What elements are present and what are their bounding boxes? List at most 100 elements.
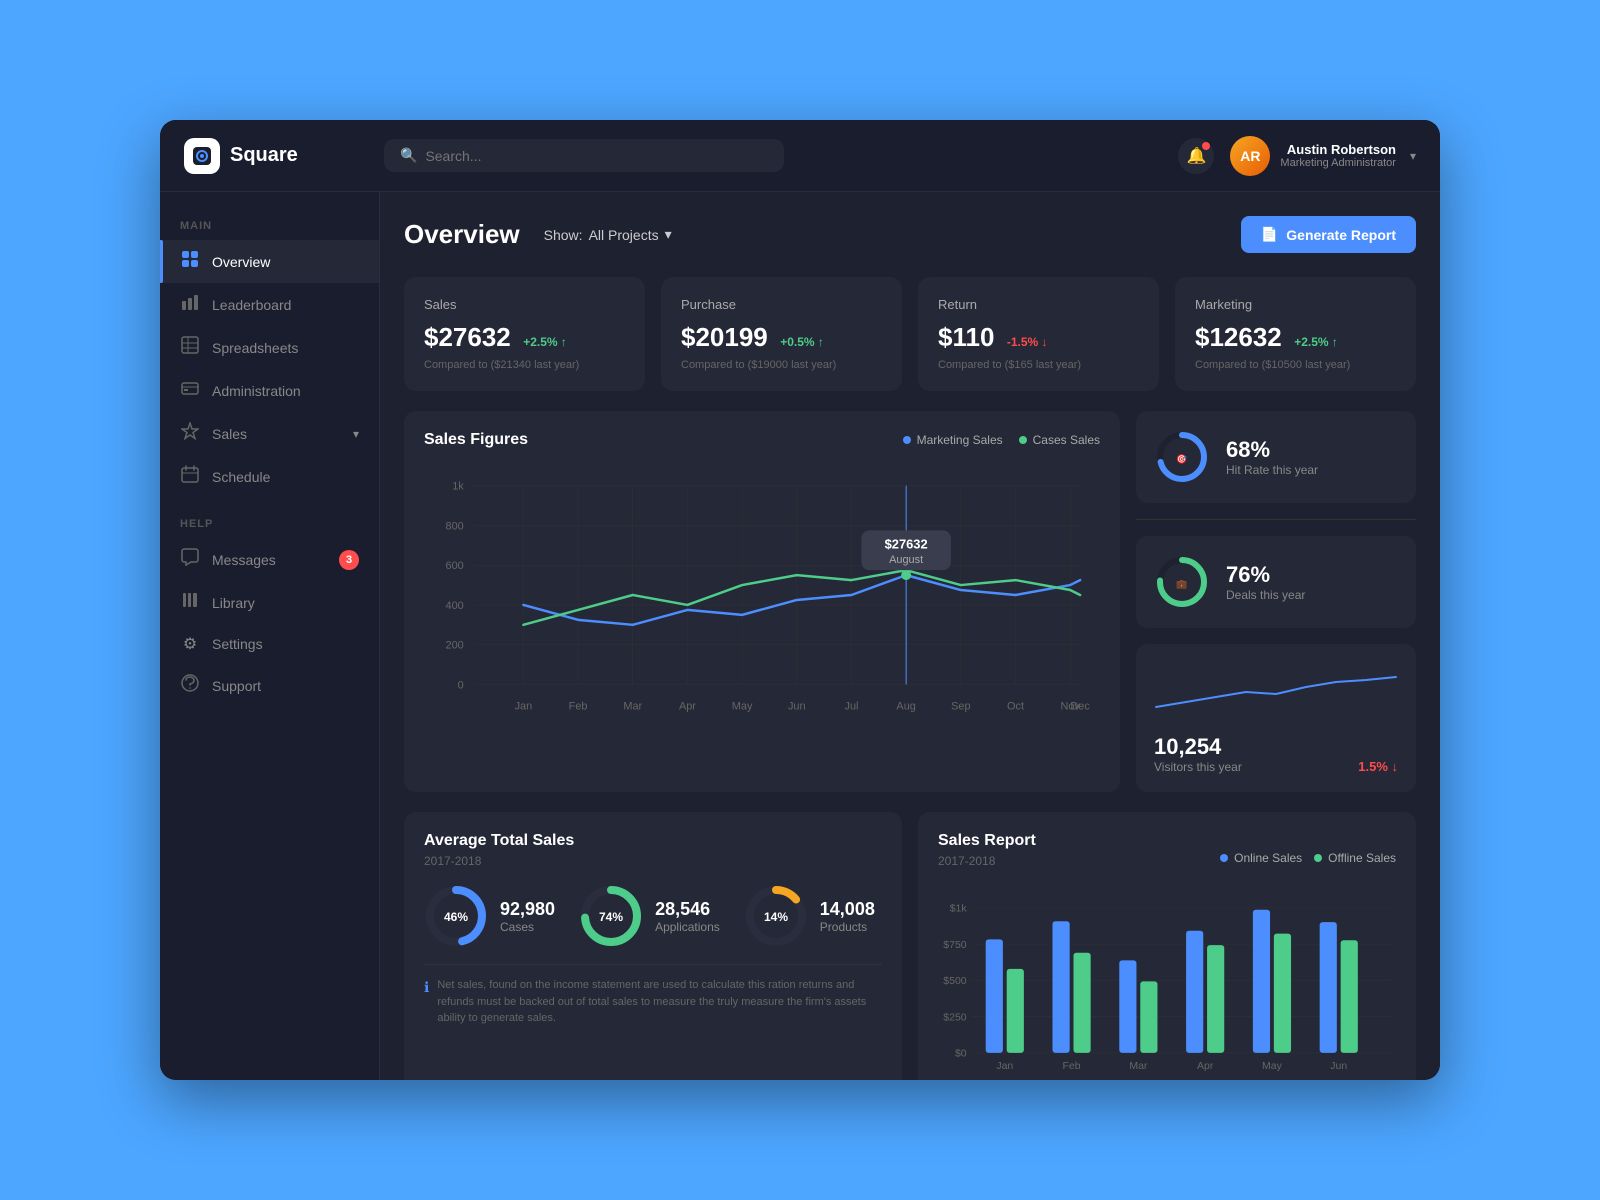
metric-card-deals: 💼 76% Deals this year bbox=[1136, 536, 1416, 628]
bottom-row: Average Total Sales 2017-2018 46% 92,980 bbox=[404, 812, 1416, 1080]
search-bar[interactable]: 🔍 bbox=[384, 139, 784, 172]
legend-cases-label: Cases Sales bbox=[1033, 433, 1100, 447]
main-section-label: MAIN bbox=[160, 220, 379, 232]
sidebar-item-leaderboard[interactable]: Leaderboard bbox=[160, 283, 379, 326]
svg-text:1k: 1k bbox=[452, 481, 464, 493]
visitors-bottom: 10,254 Visitors this year 1.5% ↓ bbox=[1154, 734, 1398, 774]
sales-chevron-icon: ▾ bbox=[353, 427, 359, 441]
svg-text:14%: 14% bbox=[764, 910, 788, 924]
sales-chart-svg: 1k 800 600 400 200 0 bbox=[424, 465, 1100, 725]
svg-text:Feb: Feb bbox=[1063, 1061, 1081, 1072]
products-value: 14,008 bbox=[820, 899, 875, 920]
svg-text:$0: $0 bbox=[955, 1049, 967, 1060]
svg-text:46%: 46% bbox=[444, 910, 468, 924]
sidebar-label-overview: Overview bbox=[212, 254, 270, 270]
svg-text:$500: $500 bbox=[943, 976, 966, 987]
sidebar-item-library[interactable]: Library bbox=[160, 581, 379, 624]
overview-icon bbox=[180, 250, 200, 273]
legend-dot-online bbox=[1220, 854, 1228, 862]
purchase-label: Purchase bbox=[681, 297, 882, 312]
main-layout: MAIN Overview bbox=[160, 192, 1440, 1080]
stats-row: Sales $27632 +2.5% ↑ Compared to ($21340… bbox=[404, 277, 1416, 391]
products-label: Products bbox=[820, 920, 875, 934]
user-area[interactable]: AR Austin Robertson Marketing Administra… bbox=[1230, 136, 1416, 176]
svg-text:$1k: $1k bbox=[950, 904, 968, 915]
svg-text:$250: $250 bbox=[943, 1012, 966, 1023]
messages-icon bbox=[180, 548, 200, 571]
deals-donut: 💼 bbox=[1154, 554, 1210, 610]
user-info: Austin Robertson Marketing Administrator bbox=[1280, 142, 1396, 169]
sidebar-label-settings: Settings bbox=[212, 636, 263, 652]
generate-report-button[interactable]: 📄 Generate Report bbox=[1241, 216, 1416, 253]
hitrate-info: 68% Hit Rate this year bbox=[1226, 437, 1398, 477]
sidebar-item-administration[interactable]: Administration bbox=[160, 369, 379, 412]
svg-text:💼: 💼 bbox=[1176, 579, 1187, 589]
sales-label: Sales bbox=[424, 297, 625, 312]
cases-value: 92,980 bbox=[500, 899, 555, 920]
topbar-right: 🔔 AR Austin Robertson Marketing Administ… bbox=[1178, 136, 1416, 176]
svg-text:Apr: Apr bbox=[679, 700, 696, 712]
sales-report-title-area: Sales Report 2017-2018 bbox=[938, 832, 1036, 884]
svg-text:May: May bbox=[1262, 1061, 1283, 1072]
legend-online-label: Online Sales bbox=[1234, 851, 1302, 865]
notification-button[interactable]: 🔔 bbox=[1178, 138, 1214, 174]
sales-chart-card: Sales Figures Marketing Sales Cases Sale… bbox=[404, 411, 1120, 792]
page-title-row: Overview Show: All Projects ▾ bbox=[404, 219, 680, 250]
messages-badge: 3 bbox=[339, 550, 359, 570]
svg-text:Oct: Oct bbox=[1007, 700, 1024, 712]
legend-online: Online Sales bbox=[1220, 851, 1302, 865]
sidebar-item-spreadsheets[interactable]: Spreadsheets bbox=[160, 326, 379, 369]
note-text: ℹ Net sales, found on the income stateme… bbox=[424, 964, 882, 1027]
svg-text:Jan: Jan bbox=[515, 700, 533, 712]
donut-row: 46% 92,980 Cases 7 bbox=[424, 884, 882, 948]
metric-divider bbox=[1136, 519, 1416, 520]
sidebar-label-schedule: Schedule bbox=[212, 469, 270, 485]
sales-change: +2.5% ↑ bbox=[523, 335, 567, 349]
right-col: 🎯 68% Hit Rate this year bbox=[1136, 411, 1416, 792]
legend-marketing: Marketing Sales bbox=[903, 433, 1003, 447]
sidebar-label-library: Library bbox=[212, 595, 255, 611]
page-header: Overview Show: All Projects ▾ 📄 Generate… bbox=[404, 216, 1416, 253]
app-window: Square 🔍 🔔 AR Austin Robertson Marketing… bbox=[160, 120, 1440, 1080]
sidebar: MAIN Overview bbox=[160, 192, 380, 1080]
logo-area: Square bbox=[184, 138, 384, 174]
purchase-value: $20199 bbox=[681, 322, 768, 352]
sidebar-item-settings[interactable]: ⚙ Settings bbox=[160, 624, 379, 664]
sidebar-item-sales[interactable]: Sales ▾ bbox=[160, 412, 379, 455]
search-input[interactable] bbox=[425, 148, 768, 164]
return-compare: Compared to ($165 last year) bbox=[938, 359, 1139, 371]
bar-chart-legend: Online Sales Offline Sales bbox=[1220, 851, 1396, 865]
deals-info: 76% Deals this year bbox=[1226, 562, 1398, 602]
sales-report-title: Sales Report bbox=[938, 832, 1036, 850]
sidebar-item-support[interactable]: Support bbox=[160, 664, 379, 707]
avg-sales-card: Average Total Sales 2017-2018 46% 92,980 bbox=[404, 812, 902, 1080]
visitors-value: 10,254 bbox=[1154, 734, 1242, 760]
sales-chart-svg-container: 1k 800 600 400 200 0 bbox=[424, 465, 1100, 705]
legend-cases: Cases Sales bbox=[1019, 433, 1100, 447]
logo-text: Square bbox=[230, 144, 298, 167]
sidebar-item-overview[interactable]: Overview bbox=[160, 240, 379, 283]
logo-icon bbox=[184, 138, 220, 174]
show-filter-button[interactable]: Show: All Projects ▾ bbox=[536, 222, 680, 247]
return-label: Return bbox=[938, 297, 1139, 312]
settings-icon: ⚙ bbox=[180, 634, 200, 654]
applications-label: Applications bbox=[655, 920, 720, 934]
show-value: All Projects bbox=[589, 227, 659, 243]
svg-text:74%: 74% bbox=[599, 910, 623, 924]
sidebar-item-schedule[interactable]: Schedule bbox=[160, 455, 379, 498]
deals-label: Deals this year bbox=[1226, 588, 1398, 602]
hitrate-label: Hit Rate this year bbox=[1226, 463, 1398, 477]
sales-report-sub: 2017-2018 bbox=[938, 854, 1036, 868]
sales-compare: Compared to ($21340 last year) bbox=[424, 359, 625, 371]
return-change: -1.5% ↓ bbox=[1007, 335, 1048, 349]
generate-btn-label: Generate Report bbox=[1286, 227, 1396, 243]
report-icon: 📄 bbox=[1261, 226, 1278, 243]
mid-row: Sales Figures Marketing Sales Cases Sale… bbox=[404, 411, 1416, 792]
visitors-desc: Visitors this year bbox=[1154, 760, 1242, 774]
sidebar-item-messages[interactable]: Messages 3 bbox=[160, 538, 379, 581]
support-icon bbox=[180, 674, 200, 697]
leaderboard-icon bbox=[180, 293, 200, 316]
info-icon: ℹ bbox=[424, 977, 429, 1027]
hitrate-donut: 🎯 bbox=[1154, 429, 1210, 485]
products-info: 14,008 Products bbox=[820, 899, 875, 934]
